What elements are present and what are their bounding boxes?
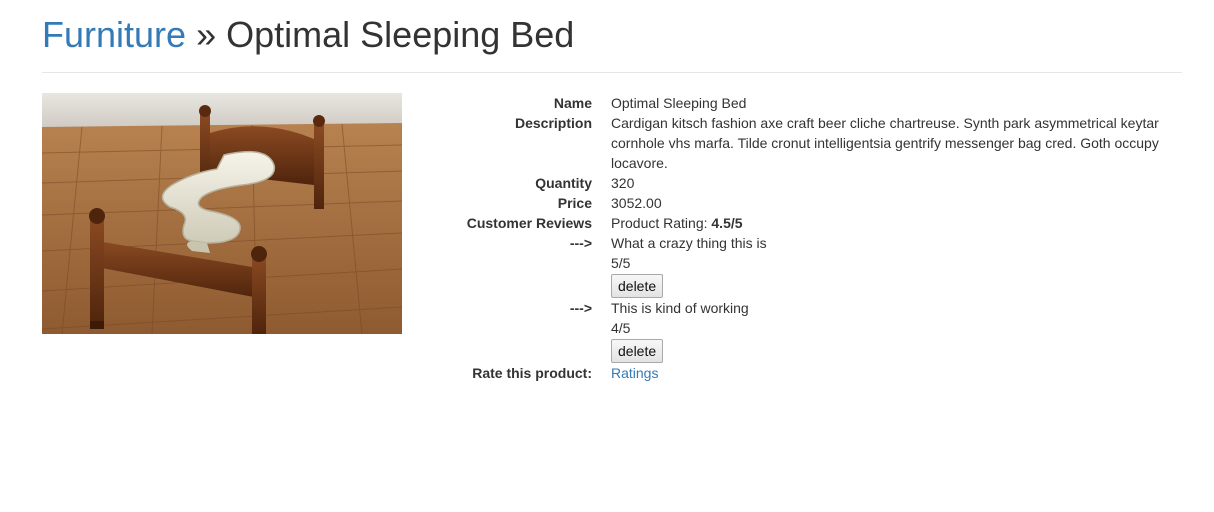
rating-prefix: Product Rating: <box>611 215 712 231</box>
description-value: Cardigan kitsch fashion axe craft beer c… <box>611 115 1159 171</box>
product-image <box>42 93 402 334</box>
review-text: This is kind of working <box>611 300 749 316</box>
product-details: Name Optimal Sleeping Bed Description Ca… <box>400 93 1190 383</box>
name-value: Optimal Sleeping Bed <box>611 95 747 111</box>
breadcrumb-separator: » <box>196 14 217 55</box>
name-row: Name Optimal Sleeping Bed <box>400 93 1190 113</box>
reviews-row: Customer Reviews Product Rating: 4.5/5 <box>400 213 1190 233</box>
rate-row: Rate this product: Ratings <box>400 363 1190 383</box>
quantity-label: Quantity <box>535 175 592 191</box>
delete-review-button[interactable]: delete <box>611 339 664 363</box>
review-item: ---> What a crazy thing this is 5/5 dele… <box>400 233 1190 298</box>
rating-value: 4.5/5 <box>711 215 743 231</box>
price-label: Price <box>557 195 592 211</box>
review-score: 5/5 <box>611 255 631 271</box>
price-row: Price 3052.00 <box>400 193 1190 213</box>
review-text: What a crazy thing this is <box>611 235 767 251</box>
product-page: Furniture » Optimal Sleeping Bed Name Op… <box>0 0 1214 512</box>
review-arrow: ---> <box>569 235 592 251</box>
quantity-value: 320 <box>611 175 635 191</box>
delete-review-button[interactable]: delete <box>611 274 664 298</box>
product-rating: Product Rating: 4.5/5 <box>611 213 1171 233</box>
category-link[interactable]: Furniture <box>42 14 186 55</box>
description-label: Description <box>514 115 592 131</box>
price-value: 3052.00 <box>611 195 662 211</box>
name-label: Name <box>553 95 592 111</box>
page-title: Furniture » Optimal Sleeping Bed <box>42 12 574 58</box>
review-item: ---> This is kind of working 4/5 delete <box>400 298 1190 363</box>
product-title: Optimal Sleeping Bed <box>226 14 575 55</box>
review-arrow: ---> <box>569 300 592 316</box>
rate-label: Rate this product: <box>472 365 592 381</box>
header-divider <box>42 72 1182 73</box>
ratings-link[interactable]: Ratings <box>611 365 658 381</box>
quantity-row: Quantity 320 <box>400 173 1190 193</box>
reviews-label: Customer Reviews <box>466 215 592 231</box>
review-score: 4/5 <box>611 320 631 336</box>
description-row: Description Cardigan kitsch fashion axe … <box>400 113 1190 173</box>
product-image-graphic <box>42 93 402 334</box>
